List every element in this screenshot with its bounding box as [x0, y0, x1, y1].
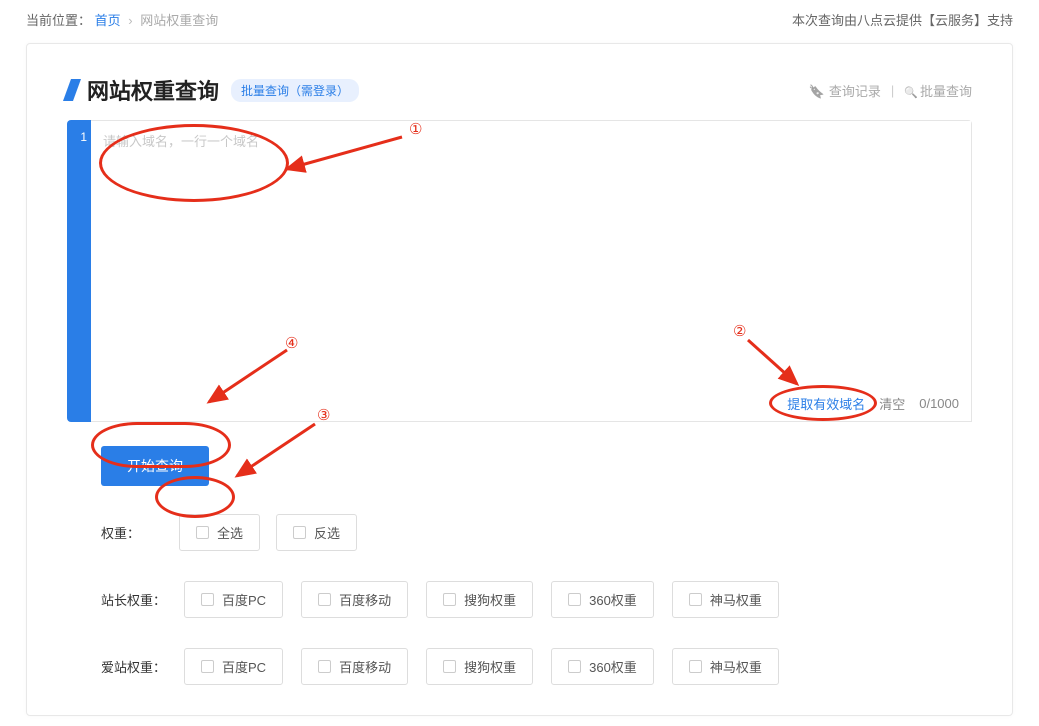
start-query-button[interactable]: 开始查询 [101, 446, 209, 486]
checkbox-icon [443, 593, 456, 606]
option-baidu-mobile[interactable]: 百度移动 [301, 581, 408, 618]
breadcrumb-home[interactable]: 首页 [95, 13, 121, 28]
checkbox-icon [201, 593, 214, 606]
checkbox-icon [689, 593, 702, 606]
page-title: 网站权重查询 [87, 74, 219, 106]
invert-select-button[interactable]: 反选 [276, 514, 357, 551]
checkbox-icon [196, 526, 209, 539]
breadcrumb: 当前位置： 首页 › 网站权重查询 [26, 10, 218, 29]
option-360[interactable]: 360权重 [551, 581, 654, 618]
option-baidu-mobile[interactable]: 百度移动 [301, 648, 408, 685]
domain-input[interactable] [91, 121, 971, 383]
bulk-link[interactable]: 批量查询 [904, 81, 972, 100]
option-shenma[interactable]: 神马权重 [672, 648, 779, 685]
option-baidu-pc[interactable]: 百度PC [184, 648, 283, 685]
count-indicator: 0/1000 [919, 396, 959, 411]
history-link[interactable]: 查询记录 [809, 81, 881, 100]
checkbox-icon [568, 593, 581, 606]
option-shenma[interactable]: 神马权重 [672, 581, 779, 618]
select-all-button[interactable]: 全选 [179, 514, 260, 551]
webmaster-weight-row: 站长权重： 百度PC 百度移动 搜狗权重 360权重 神马权重 [67, 581, 972, 618]
row-label: 爱站权重： [101, 657, 166, 676]
checkbox-icon [201, 660, 214, 673]
divider: | [891, 83, 894, 98]
search-icon [904, 84, 920, 99]
breadcrumb-separator: › [128, 13, 132, 28]
service-note: 本次查询由八点云提供【云服务】支持 [792, 10, 1013, 29]
bookmark-icon [809, 84, 829, 99]
clear-link[interactable]: 清空 [879, 394, 905, 413]
main-card: 网站权重查询 批量查询（需登录） 查询记录 | 批量查询 1 提取有效域名 清空… [26, 43, 1013, 716]
breadcrumb-current: 网站权重查询 [140, 13, 218, 28]
checkbox-icon [293, 526, 306, 539]
weight-label: 权重： [101, 523, 163, 542]
option-360[interactable]: 360权重 [551, 648, 654, 685]
option-baidu-pc[interactable]: 百度PC [184, 581, 283, 618]
line-gutter: 1 [67, 120, 91, 422]
checkbox-icon [689, 660, 702, 673]
row-label: 站长权重： [101, 590, 166, 609]
bulk-login-badge[interactable]: 批量查询（需登录） [231, 79, 359, 102]
title-accent [63, 79, 81, 101]
aizhan-weight-row: 爱站权重： 百度PC 百度移动 搜狗权重 360权重 神马权重 [67, 648, 972, 685]
checkbox-icon [443, 660, 456, 673]
option-sogou[interactable]: 搜狗权重 [426, 648, 533, 685]
extract-domains-link[interactable]: 提取有效域名 [787, 394, 865, 413]
checkbox-icon [568, 660, 581, 673]
checkbox-icon [318, 660, 331, 673]
checkbox-icon [318, 593, 331, 606]
editor: 1 提取有效域名 清空 0/1000 [67, 120, 972, 422]
option-sogou[interactable]: 搜狗权重 [426, 581, 533, 618]
breadcrumb-label: 当前位置： [26, 13, 91, 28]
